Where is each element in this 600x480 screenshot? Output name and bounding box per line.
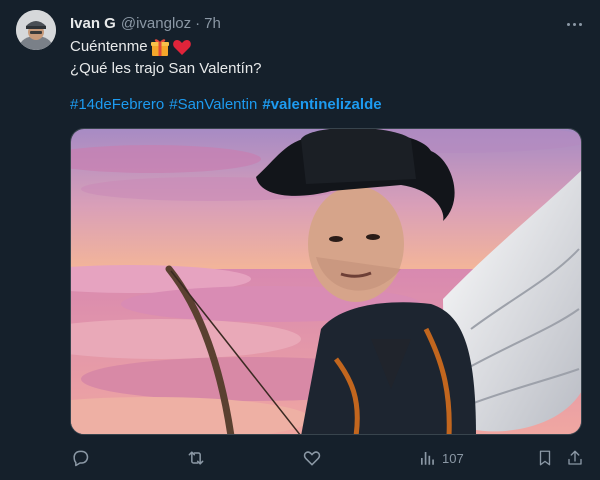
tweet-line-2: ¿Qué les trajo San Valentín? — [70, 58, 580, 80]
author-name[interactable]: Ivan G — [70, 14, 116, 34]
tweet-text: Cuéntenme ¿Qué les trajo San Valentín? #… — [70, 36, 580, 116]
hashtags: #14deFebrero #SanValentin #valentineliza… — [70, 94, 580, 116]
retweet-icon — [188, 451, 204, 465]
tweet-text-line-1: Cuéntenme — [70, 38, 148, 55]
reply-icon — [73, 450, 89, 467]
tweet-header: Ivan G @ivangloz · 7h — [70, 14, 584, 34]
tweet-text-line-2: ¿Qué les trajo San Valentín? — [70, 60, 262, 77]
separator-dot: · — [195, 15, 201, 32]
reply-button[interactable] — [70, 447, 90, 469]
views-count: 107 — [442, 450, 464, 466]
views-button[interactable]: 107 — [418, 447, 464, 469]
author-handle[interactable]: @ivangloz — [121, 14, 191, 34]
tweet-media[interactable] — [70, 128, 582, 435]
gift-icon — [150, 39, 169, 56]
tweet-actions: 107 — [70, 447, 586, 469]
hashtag-1[interactable]: #14deFebrero — [70, 94, 164, 116]
share-icon — [568, 450, 582, 465]
avatar[interactable] — [16, 10, 56, 50]
avatar-man-cap-icon — [16, 10, 56, 50]
tweet-line-1: Cuéntenme — [70, 36, 580, 58]
share-button[interactable] — [566, 447, 584, 469]
more-options-icon[interactable] — [564, 14, 584, 34]
tweet-time[interactable]: 7h — [204, 14, 221, 34]
bookmark-button[interactable] — [536, 447, 554, 469]
views-bar-icon — [421, 452, 434, 465]
bookmark-icon — [539, 450, 551, 466]
hashtag-3[interactable]: #valentinelizalde — [262, 94, 381, 116]
hashtag-2[interactable]: #SanValentin — [169, 94, 257, 116]
heart-outline-icon — [303, 451, 321, 466]
photo-cowboy-with-wings-and-bow — [71, 129, 581, 434]
retweet-button[interactable] — [186, 447, 206, 469]
red-heart-icon — [172, 40, 191, 55]
like-button[interactable] — [302, 447, 322, 469]
tweet: Ivan G @ivangloz · 7h Cuéntenme ¿Qué les… — [0, 0, 600, 480]
